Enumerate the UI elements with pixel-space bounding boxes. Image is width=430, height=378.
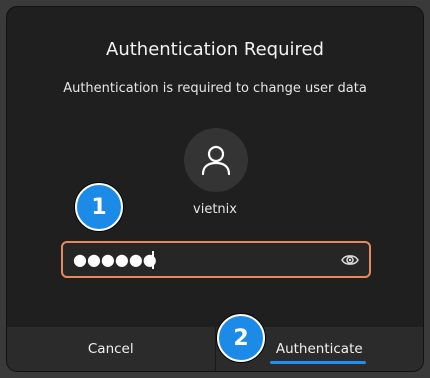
text-caret bbox=[152, 251, 154, 269]
cancel-button[interactable]: Cancel bbox=[7, 327, 215, 371]
step-marker-2: 2 bbox=[217, 314, 265, 362]
password-input[interactable]: ●●●●●● bbox=[61, 241, 371, 278]
user-icon bbox=[201, 145, 231, 176]
step-marker-1: 1 bbox=[75, 183, 123, 231]
avatar bbox=[184, 128, 248, 192]
password-masked-value: ●●●●●● bbox=[73, 250, 157, 269]
cancel-label: Cancel bbox=[87, 341, 134, 357]
dialog-message: Authentication is required to change use… bbox=[63, 81, 367, 96]
username-label: vietnix bbox=[193, 202, 237, 217]
default-button-indicator bbox=[269, 361, 366, 364]
dialog-footer: Cancel Authenticate bbox=[7, 327, 423, 371]
authentication-dialog: Authentication Required Authentication i… bbox=[7, 7, 423, 371]
dialog-title: Authentication Required bbox=[106, 39, 324, 60]
eye-icon[interactable] bbox=[341, 251, 359, 269]
authenticate-label: Authenticate bbox=[275, 341, 363, 357]
